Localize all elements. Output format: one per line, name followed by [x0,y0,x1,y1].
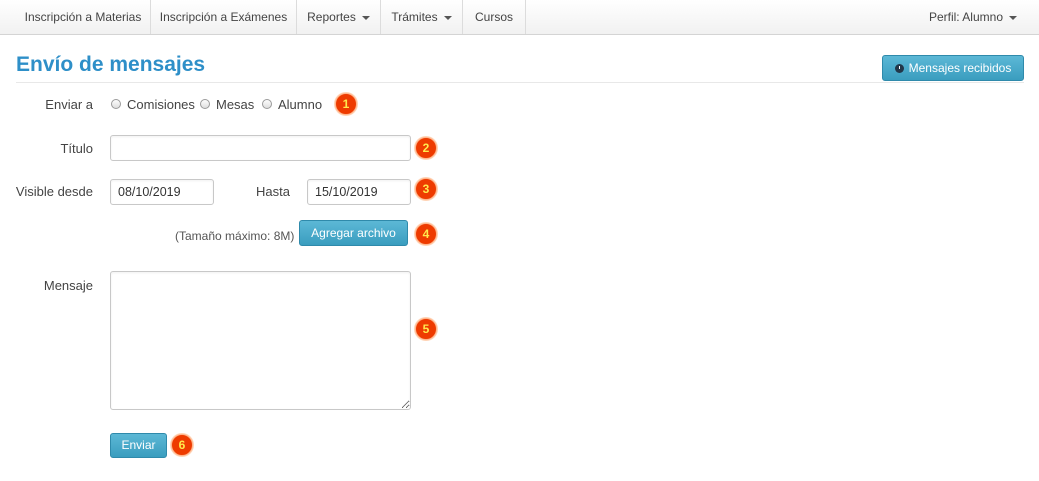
visible-from-input[interactable] [110,179,214,205]
title-divider [16,82,1024,83]
send-button[interactable]: Enviar [110,433,167,458]
caret-down-icon [443,15,452,20]
nav-inscripcion-materias[interactable]: Inscripción a Materias [16,0,151,34]
nav-reportes[interactable]: Reportes [297,0,381,34]
received-messages-button[interactable]: Mensajes recibidos [882,55,1024,81]
caret-down-icon [1009,15,1017,20]
radio-mesas-label[interactable]: Mesas [216,97,254,112]
step-badge-4: 4 [415,223,437,245]
step-badge-1: 1 [335,93,357,115]
title-label: Título [60,141,93,156]
until-label: Hasta [256,184,290,199]
top-navbar: Inscripción a Materias Inscripción a Exá… [0,0,1039,35]
radio-comisiones[interactable] [111,99,121,109]
radio-mesas[interactable] [200,99,210,109]
nav-tramites-label: Trámites [391,10,438,24]
max-size-hint: (Tamaño máximo: 8M) [175,229,295,243]
add-file-button[interactable]: Agregar archivo [299,220,408,246]
nav-profile-label: Perfil: Alumno [928,10,1003,24]
nav-tramites[interactable]: Trámites [381,0,463,34]
step-badge-5: 5 [415,318,437,340]
page-title: Envío de mensajes [16,53,206,76]
clock-icon [894,64,904,73]
until-input[interactable] [307,179,411,205]
nav-inscripcion-examenes[interactable]: Inscripción a Exámenes [151,0,297,34]
received-messages-label: Mensajes recibidos [908,61,1012,75]
message-label: Mensaje [43,278,93,293]
message-textarea[interactable] [110,271,411,410]
radio-comisiones-label[interactable]: Comisiones [127,97,195,112]
caret-down-icon [361,15,370,20]
nav-cursos[interactable]: Cursos [463,0,526,34]
title-input[interactable] [110,135,411,161]
nav-profile-menu[interactable]: Perfil: Alumno [929,0,1017,34]
nav-reportes-label: Reportes [307,10,356,24]
visible-from-label: Visible desde [15,184,93,199]
radio-alumno[interactable] [262,99,272,109]
step-badge-2: 2 [415,137,437,159]
radio-alumno-label[interactable]: Alumno [278,97,322,112]
step-badge-3: 3 [415,178,437,200]
send-to-label: Enviar a [45,97,93,112]
step-badge-6: 6 [171,434,193,456]
